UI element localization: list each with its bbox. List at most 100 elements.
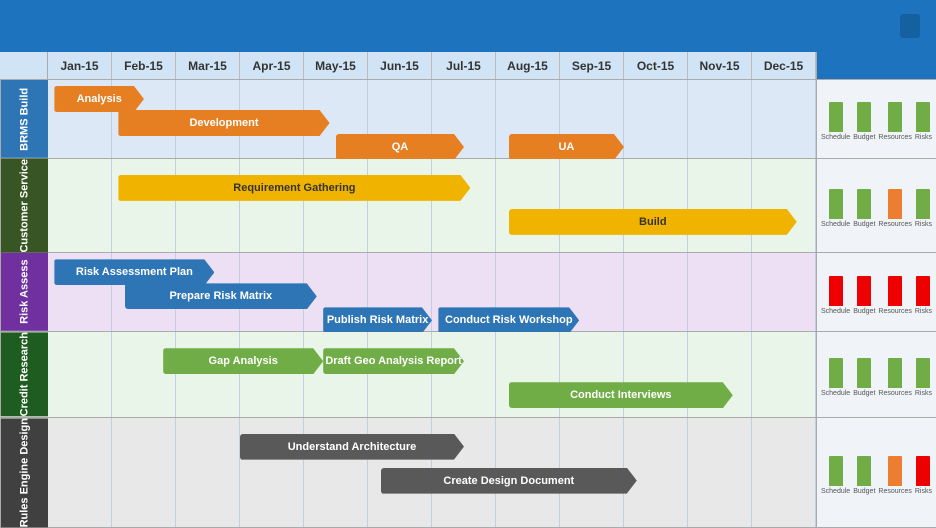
month-cell-8: Sep-15 (560, 52, 624, 79)
bar-customer-1: Build (509, 209, 797, 235)
health-group-risk-1: Budget (853, 276, 875, 315)
health-bar-label-risk-1: Budget (853, 308, 875, 315)
health-bar-label-risk-3: Risks (915, 308, 932, 315)
health-bar-customer-3 (916, 189, 930, 219)
grid-line-1 (112, 159, 176, 253)
grid-line-5 (368, 332, 432, 416)
health-group-customer-2: Resources (878, 189, 911, 228)
bar-brms-2: QA (336, 134, 464, 160)
month-cell-0: Jan-15 (48, 52, 112, 79)
bar-brms-3: UA (509, 134, 624, 160)
grid-line-11 (752, 332, 816, 416)
month-cell-2: Mar-15 (176, 52, 240, 79)
month-cell-5: Jun-15 (368, 52, 432, 79)
grid-line-2 (176, 418, 240, 527)
health-bar-customer-2 (888, 189, 902, 219)
month-spacer (0, 52, 48, 79)
health-bar-label-customer-2: Resources (878, 221, 911, 228)
row-label-rules: Rules Engine Design (0, 418, 48, 527)
health-bar-label-credit-1: Budget (853, 390, 875, 397)
gantt-customer: Requirement Gathering Build (48, 159, 816, 253)
health-bar-customer-1 (857, 189, 871, 219)
bar-customer-0: Requirement Gathering (118, 175, 470, 201)
health-bar-label-credit-3: Risks (915, 390, 932, 397)
grid-line-4 (304, 332, 368, 416)
health-bar-label-brms-2: Resources (878, 134, 911, 141)
grid-line-11 (752, 418, 816, 527)
health-group-brms-3: Risks (915, 102, 932, 141)
month-cell-11: Dec-15 (752, 52, 816, 79)
grid-line-7 (496, 159, 560, 253)
grid-line-2 (176, 332, 240, 416)
gantt-risk: Risk Assessment PlanPrepare Risk MatrixP… (48, 253, 816, 331)
health-bar-brms-2 (888, 102, 902, 132)
grid-line-6 (432, 159, 496, 253)
grid-line-3 (240, 159, 304, 253)
grid-line-4 (304, 159, 368, 253)
month-cell-1: Feb-15 (112, 52, 176, 79)
bar-risk-1: Prepare Risk Matrix (125, 283, 317, 309)
health-bar-label-brms-3: Risks (915, 134, 932, 141)
health-bar-label-risk-2: Resources (878, 308, 911, 315)
grid-line-8 (560, 159, 624, 253)
health-group-brms-0: Schedule (821, 102, 850, 141)
grid-line-6 (432, 332, 496, 416)
health-bar-label-customer-3: Risks (915, 221, 932, 228)
project-row-customer: Customer ServiceRequirement GatheringBui… (0, 159, 936, 254)
health-group-customer-1: Budget (853, 189, 875, 228)
grid-line-9 (624, 253, 688, 331)
health-risk: ScheduleBudgetResources Risks (816, 253, 936, 331)
health-bar-label-credit-2: Resources (878, 390, 911, 397)
health-group-customer-3: Risks (915, 189, 932, 228)
health-group-credit-0: Schedule (821, 358, 850, 397)
health-credit: ScheduleBudgetResources Risks (816, 332, 936, 416)
grid-line-1 (112, 418, 176, 527)
grid-line-0 (48, 418, 112, 527)
grid-line-5 (368, 159, 432, 253)
bar-rules-0: Understand Architecture (240, 434, 464, 460)
health-bar-label-brms-0: Schedule (821, 134, 850, 141)
health-bar-brms-3 (916, 102, 930, 132)
row-label-brms: BRMS Build (0, 80, 48, 158)
health-bar-label-rules-3: Risks (915, 488, 932, 495)
project-row-credit: Credit ResearchGap AnalysisDraft Geo Ana… (0, 332, 936, 417)
health-bar-label-credit-0: Schedule (821, 390, 850, 397)
health-customer: ScheduleBudgetResourcesRisks (816, 159, 936, 253)
project-health-header (816, 52, 936, 79)
health-group-risk-2: Resources (878, 276, 911, 315)
health-bar-credit-1 (857, 358, 871, 388)
gantt-grid (48, 159, 816, 253)
bar-credit-0: Gap Analysis (163, 348, 323, 374)
month-cell-3: Apr-15 (240, 52, 304, 79)
health-bars-risk: ScheduleBudgetResources Risks (821, 270, 932, 315)
health-bar-brms-1 (857, 102, 871, 132)
health-bars-credit: ScheduleBudgetResources Risks (821, 352, 932, 397)
grid-line-0 (48, 332, 112, 416)
grid-line-11 (752, 253, 816, 331)
health-rules: ScheduleBudgetResourcesRisks (816, 418, 936, 527)
grid-line-11 (752, 80, 816, 158)
health-group-rules-0: Schedule (821, 456, 850, 495)
health-group-brms-2: Resources (878, 102, 911, 141)
grid-line-9 (624, 418, 688, 527)
health-group-rules-3: Risks (915, 456, 932, 495)
health-brms: ScheduleBudgetResourcesRisks (816, 80, 936, 158)
health-bar-credit-2 (888, 358, 902, 388)
gantt-rules: Understand ArchitectureCreate Design Doc… (48, 418, 816, 527)
grid-line-10 (688, 418, 752, 527)
gantt-credit: Gap AnalysisDraft Geo Analysis ReportCon… (48, 332, 816, 416)
health-bar-risk-2 (888, 276, 902, 306)
project-row-risk: Risk AssessRisk Assessment PlanPrepare R… (0, 253, 936, 332)
project-row-brms: BRMS BuildAnalysisDevelopmentQAUASchedul… (0, 80, 936, 159)
main-container: Jan-15Feb-15Mar-15Apr-15May-15Jun-15Jul-… (0, 0, 936, 528)
health-bar-risk-3 (916, 276, 930, 306)
month-cell-6: Jul-15 (432, 52, 496, 79)
health-bar-customer-0 (829, 189, 843, 219)
health-group-credit-2: Resources (878, 358, 911, 397)
health-group-credit-3: Risks (915, 358, 932, 397)
header (0, 0, 936, 52)
row-label-credit: Credit Research (0, 332, 48, 416)
health-bars-brms: ScheduleBudgetResourcesRisks (821, 96, 932, 141)
health-bar-label-risk-0: Schedule (821, 308, 850, 315)
bar-risk-2: Publish Risk Matrix (323, 307, 432, 333)
